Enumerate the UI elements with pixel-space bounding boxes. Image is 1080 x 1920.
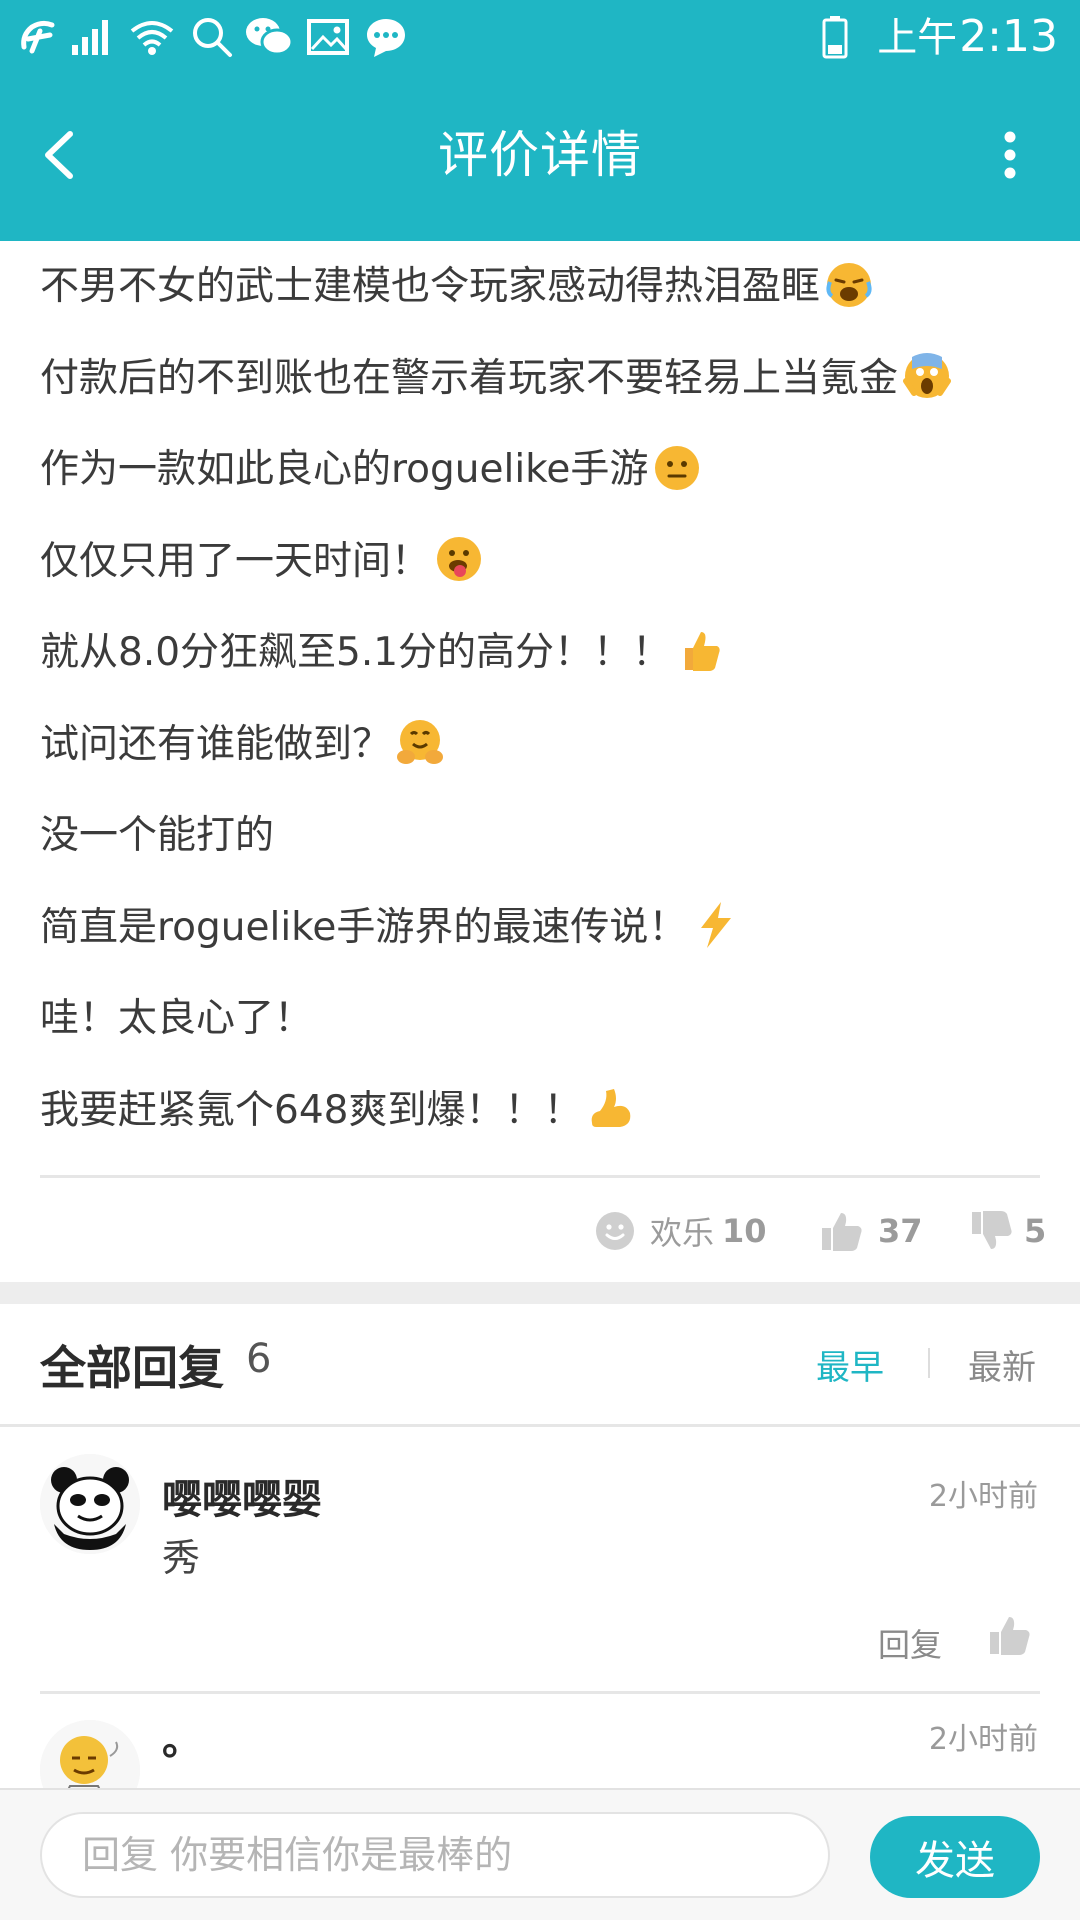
comment-time: 2小时前 bbox=[928, 1479, 1038, 1514]
review-line: 哇！太良心了！ bbox=[40, 973, 1040, 1065]
replies-count: 6 bbox=[246, 1336, 272, 1382]
sort-latest-tab[interactable]: 最新 bbox=[968, 1340, 1036, 1389]
review-line-text: 不男不女的武士建模也令玩家感动得热泪盈眶 bbox=[40, 264, 821, 309]
battery-icon bbox=[822, 15, 848, 63]
sort-earliest-tab[interactable]: 最早 bbox=[816, 1340, 884, 1389]
lightning-icon bbox=[691, 900, 741, 950]
reaction-bar: 欢乐 10 37 5 bbox=[0, 1196, 1080, 1266]
thumbs-up-icon bbox=[822, 1213, 862, 1251]
review-line: 作为一款如此良心的roguelike手游 bbox=[40, 424, 1040, 516]
status-clock: 2:13 bbox=[959, 11, 1058, 62]
tongue-face-icon bbox=[434, 534, 484, 584]
neutral-face-icon bbox=[652, 443, 702, 493]
section-separator bbox=[0, 1282, 1080, 1304]
wifi-icon bbox=[128, 14, 178, 60]
crying-face-icon bbox=[824, 260, 874, 310]
review-line: 不男不女的武士建模也令玩家感动得热泪盈眶 bbox=[40, 241, 1040, 333]
search-icon bbox=[190, 14, 234, 60]
happy-count: 10 bbox=[722, 1212, 767, 1250]
review-divider bbox=[40, 1175, 1040, 1178]
thumbs-up-icon bbox=[990, 1617, 1030, 1655]
image-icon bbox=[306, 14, 350, 60]
review-line: 简直是roguelike手游界的最速传说！ bbox=[40, 882, 1040, 974]
carrier-logo-icon bbox=[18, 14, 58, 60]
title-bar: 评价详情 bbox=[0, 74, 1080, 241]
review-line: 付款后的不到账也在警示着玩家不要轻易上当氪金 bbox=[40, 333, 1040, 425]
flexed-biceps-icon bbox=[586, 1083, 636, 1133]
review-line: 试问还有谁能做到？ bbox=[40, 699, 1040, 791]
dislike-button[interactable]: 5 bbox=[970, 1196, 1046, 1266]
avatar[interactable] bbox=[40, 1720, 140, 1788]
review-line-text: 哇！太良心了！ bbox=[40, 996, 314, 1041]
signal-icon bbox=[70, 14, 114, 60]
dislike-count: 5 bbox=[1024, 1212, 1047, 1250]
hugging-face-icon bbox=[395, 717, 445, 767]
review-line-text: 试问还有谁能做到？ bbox=[40, 721, 392, 767]
comment-text: 秀 bbox=[162, 1536, 201, 1580]
app-root: 上午2:13 评价详情 不男不女的武士建模也令玩家感动得热泪盈眶 付款后的不到账… bbox=[0, 0, 1080, 1920]
page-title: 评价详情 bbox=[438, 126, 642, 184]
panda-avatar-icon bbox=[40, 1454, 140, 1554]
review-line: 我要赶紧氪个648爽到爆！！！ bbox=[40, 1065, 1040, 1157]
smile-icon bbox=[596, 1212, 634, 1250]
review-line: 就从8.0分狂飙至5.1分的高分！！！ bbox=[40, 607, 1040, 699]
replies-title: 全部回复 bbox=[40, 1341, 224, 1395]
happy-button[interactable]: 欢乐 10 bbox=[594, 1196, 767, 1266]
like-button[interactable]: 37 bbox=[820, 1196, 923, 1266]
comment-item: 嘤嘤嘤婴 2小时前 秀 回复 bbox=[0, 1427, 1080, 1694]
review-line-text: 我要赶紧氪个648爽到爆！！！ bbox=[40, 1087, 583, 1133]
thumbs-down-icon bbox=[972, 1211, 1012, 1249]
wechat-icon bbox=[244, 14, 294, 60]
emoji-avatar-icon bbox=[40, 1720, 140, 1788]
screaming-face-icon bbox=[902, 351, 952, 401]
review-line: 没一个能打的 bbox=[40, 790, 1040, 882]
review-line-text: 作为一款如此良心的roguelike手游 bbox=[40, 447, 649, 492]
review-line-text: 仅仅只用了一天时间！ bbox=[40, 538, 431, 584]
commenter-name[interactable]: 。 bbox=[162, 1708, 202, 1766]
comment-like-button[interactable] bbox=[988, 1613, 1032, 1657]
commenter-name[interactable]: 嘤嘤嘤婴 bbox=[162, 1467, 322, 1525]
reply-input-bar: 发送 bbox=[0, 1788, 1080, 1920]
review-line-text: 就从8.0分狂飙至5.1分的高分！！！ bbox=[40, 630, 672, 675]
status-time: 上午2:13 bbox=[877, 8, 1058, 66]
status-ampm: 上午 bbox=[877, 15, 958, 61]
more-button[interactable] bbox=[990, 118, 1030, 192]
comment-item: 。 2小时前 bbox=[0, 1694, 1080, 1788]
review-line: 仅仅只用了一天时间！ bbox=[40, 516, 1040, 608]
reply-button[interactable]: 回复 bbox=[878, 1620, 942, 1666]
review-line-text: 付款后的不到账也在警示着玩家不要轻易上当氪金 bbox=[40, 355, 899, 401]
message-icon bbox=[364, 14, 408, 60]
review-line-text: 简直是roguelike手游界的最速传说！ bbox=[40, 904, 688, 950]
replies-header: 全部回复 6 最早 最新 bbox=[0, 1304, 1080, 1424]
status-bar: 上午2:13 bbox=[0, 0, 1080, 74]
comment-time: 2小时前 bbox=[928, 1722, 1038, 1757]
thumbs-up-icon bbox=[675, 626, 725, 676]
send-button[interactable]: 发送 bbox=[870, 1816, 1040, 1898]
more-vertical-icon bbox=[1004, 131, 1016, 179]
like-count: 37 bbox=[878, 1212, 923, 1250]
sort-separator bbox=[928, 1348, 930, 1378]
review-line-text: 没一个能打的 bbox=[40, 813, 275, 858]
happy-label: 欢乐 bbox=[650, 1214, 715, 1252]
avatar[interactable] bbox=[40, 1454, 140, 1554]
reply-input[interactable] bbox=[40, 1812, 830, 1898]
review-body: 不男不女的武士建模也令玩家感动得热泪盈眶 付款后的不到账也在警示着玩家不要轻易上… bbox=[40, 241, 1040, 1156]
top-bar: 上午2:13 评价详情 bbox=[0, 0, 1080, 241]
